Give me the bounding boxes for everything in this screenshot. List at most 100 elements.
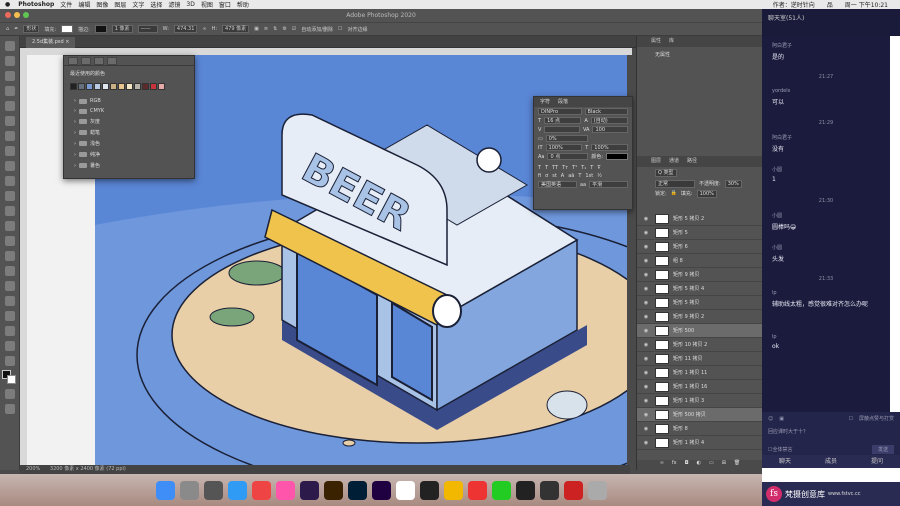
menu-select[interactable]: 选择 — [150, 0, 162, 9]
layer-row[interactable]: ◉ 组 8 — [637, 254, 763, 268]
menu-view[interactable]: 视图 — [201, 0, 213, 9]
safari-icon[interactable] — [227, 480, 247, 500]
subscript-button[interactable]: T₁ — [581, 165, 586, 171]
zoom-level[interactable]: 200% — [26, 466, 40, 472]
visibility-eye-icon[interactable]: ◉ — [637, 272, 655, 278]
leading-field[interactable]: (自动) — [590, 117, 629, 124]
eyedropper-tool-icon[interactable] — [4, 131, 15, 141]
trash-icon[interactable] — [587, 480, 607, 500]
chat-messages[interactable]: 阿白君子 是的 21:27 yordels 可以 21:29 阿白君子 没有 小圆 1 21:30 小… — [762, 36, 890, 412]
visibility-eye-icon[interactable]: ◉ — [637, 370, 655, 376]
move-tool-icon[interactable] — [4, 41, 15, 51]
visibility-eye-icon[interactable]: ◉ — [637, 258, 655, 264]
font-family-select[interactable]: DINPro — [538, 108, 582, 115]
fill-field[interactable]: 100% — [696, 190, 717, 198]
color-swatch[interactable] — [94, 83, 101, 90]
layer-row[interactable]: ◉ 矩形 500 — [637, 324, 763, 338]
height-field[interactable]: 479 像素 — [222, 25, 250, 33]
path-select-tool-icon[interactable] — [4, 296, 15, 306]
layer-row[interactable]: ◉ 矩形 10 拷贝 2 — [637, 338, 763, 352]
blend-mode-select[interactable]: 正常 — [655, 180, 695, 188]
ae-icon[interactable] — [371, 480, 391, 500]
swatch-grid-button[interactable] — [94, 57, 104, 65]
layer-row[interactable]: ◉ 矩形 1 拷贝 11 — [637, 366, 763, 380]
swatch-folder[interactable]: › RGB — [64, 96, 194, 106]
path-ops-icon[interactable]: ▣ — [254, 26, 259, 32]
alternates-button[interactable]: A — [561, 173, 564, 179]
color-swatch[interactable] — [86, 83, 93, 90]
delete-icon[interactable]: 🗑 — [734, 460, 740, 470]
faux-bold-button[interactable]: T — [538, 165, 541, 171]
wechat-icon[interactable] — [491, 480, 511, 500]
calendar-icon[interactable] — [395, 480, 415, 500]
fraction-button[interactable]: 1st — [585, 173, 593, 179]
quick-mask-icon[interactable] — [4, 389, 15, 399]
visibility-eye-icon[interactable]: ◉ — [637, 230, 655, 236]
rocket-icon[interactable] — [203, 480, 223, 500]
gear-icon[interactable]: ⚙ — [282, 26, 286, 32]
layer-row[interactable]: ◉ 矩形 1 拷贝 16 — [637, 380, 763, 394]
tab-layers[interactable]: 图层 — [651, 156, 661, 167]
tracking-field[interactable]: 100 — [592, 126, 629, 133]
visibility-eye-icon[interactable]: ◉ — [637, 412, 655, 418]
auto-add-checkbox[interactable]: ☑ — [292, 26, 296, 32]
menu-edit[interactable]: 编辑 — [78, 0, 90, 9]
image-icon[interactable]: ▣ — [779, 416, 784, 422]
all-caps-button[interactable]: TT — [552, 165, 558, 171]
arrange-icon[interactable]: ⇅ — [273, 26, 277, 32]
magic-wand-tool-icon[interactable] — [4, 86, 15, 96]
visibility-eye-icon[interactable]: ◉ — [637, 384, 655, 390]
tab-channels[interactable]: 通道 — [669, 156, 679, 167]
video-icon[interactable] — [563, 480, 583, 500]
ime-indicator[interactable]: 品 — [827, 0, 833, 9]
figma-icon[interactable] — [419, 480, 439, 500]
stamp-tool-icon[interactable] — [4, 176, 15, 186]
horizontal-scale-field[interactable]: 100% — [591, 144, 628, 151]
send-button[interactable]: 发送 — [871, 445, 894, 454]
color-swatch[interactable] — [126, 83, 133, 90]
chrome-icon[interactable] — [251, 480, 271, 500]
color-swatch[interactable] — [102, 83, 109, 90]
chat-input[interactable]: 回应课时大于十？ — [768, 428, 894, 435]
photos-icon[interactable] — [275, 480, 295, 500]
block-gifts-checkbox[interactable]: ☐ — [849, 416, 853, 422]
pen-icon[interactable]: ✒ — [14, 26, 18, 32]
menu-3d[interactable]: 3D — [186, 1, 194, 8]
tsume-field[interactable]: 0% — [545, 135, 589, 142]
layer-row[interactable]: ◉ 矩形 11 拷贝 — [637, 352, 763, 366]
small-caps-button[interactable]: Tт — [562, 165, 568, 171]
fraction2-button[interactable]: ½ — [597, 173, 602, 179]
blur-tool-icon[interactable] — [4, 236, 15, 246]
ordinal-button[interactable]: T — [578, 173, 581, 179]
clock[interactable]: 周一 下午10:21 — [845, 0, 888, 9]
swatch-list-button[interactable] — [81, 57, 91, 65]
layer-row[interactable]: ◉ 矩形 5 拷贝 — [637, 296, 763, 310]
color-swatch[interactable] — [110, 83, 117, 90]
visibility-eye-icon[interactable]: ◉ — [637, 342, 655, 348]
type-tool-icon[interactable] — [4, 281, 15, 291]
healing-tool-icon[interactable] — [4, 146, 15, 156]
layer-row[interactable]: ◉ 矩形 5 拷贝 4 — [637, 282, 763, 296]
menu-help[interactable]: 帮助 — [237, 0, 249, 9]
document-tab[interactable]: 2.5d集装.psd × — [26, 37, 76, 48]
qq-icon[interactable] — [515, 480, 535, 500]
swatch-folder[interactable]: › 蜡笔 — [64, 127, 194, 138]
language-select[interactable]: 美国英语 — [538, 181, 577, 188]
visibility-eye-icon[interactable]: ◉ — [637, 426, 655, 432]
layer-row[interactable]: ◉ 矩形 9 拷贝 2 — [637, 310, 763, 324]
emoji-icon[interactable]: ☺ — [768, 416, 773, 422]
fill-swatch[interactable] — [61, 25, 74, 33]
faux-italic-button[interactable]: T — [545, 165, 548, 171]
swatch-view-button[interactable] — [68, 57, 78, 65]
marquee-tool-icon[interactable] — [4, 56, 15, 66]
color-swatch[interactable] — [150, 83, 157, 90]
swatch-folder[interactable]: › CMYK — [64, 106, 194, 116]
gradient-tool-icon[interactable] — [4, 221, 15, 231]
edit-toolbar-icon[interactable] — [4, 356, 15, 366]
visibility-eye-icon[interactable]: ◉ — [637, 300, 655, 306]
link-icon[interactable]: ∞ — [202, 26, 206, 32]
menu-type[interactable]: 文字 — [132, 0, 144, 9]
swatch-folder[interactable]: › 灰度 — [64, 116, 194, 127]
layer-row[interactable]: ◉ 矩形 6 — [637, 240, 763, 254]
tab-character[interactable]: 字符 — [540, 97, 550, 107]
